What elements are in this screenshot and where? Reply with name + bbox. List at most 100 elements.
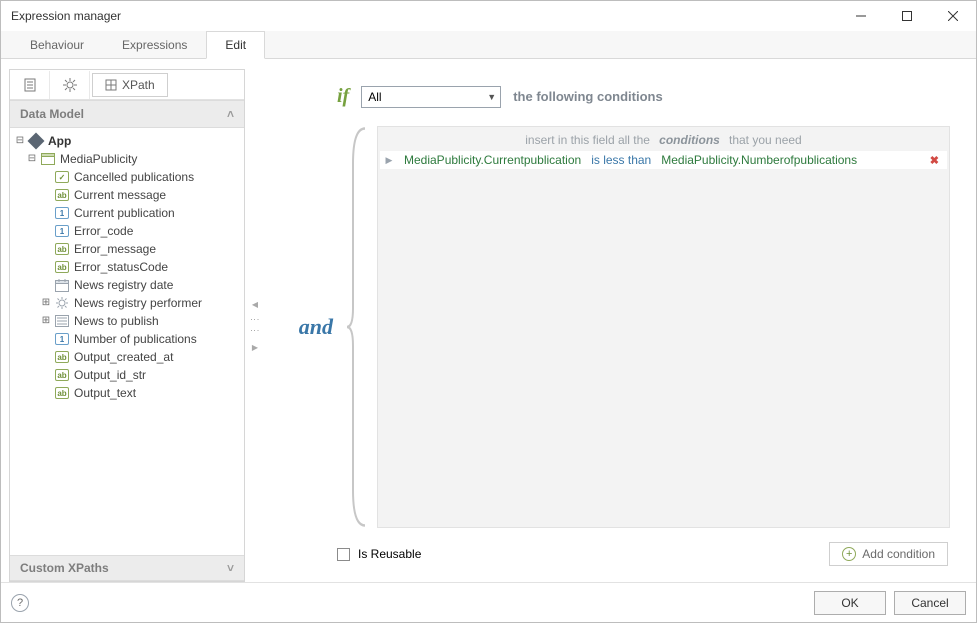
tree-label: Error_code [74, 224, 133, 238]
window-title: Expression manager [11, 9, 121, 23]
type-icon: ✓ [54, 169, 70, 185]
maximize-button[interactable] [884, 1, 930, 31]
plus-icon: + [842, 547, 856, 561]
chevron-down-icon: ▼ [487, 92, 496, 102]
type-icon: ab [54, 367, 70, 383]
and-label-col: and [277, 126, 337, 528]
tree-node-attr[interactable]: 1 Number of publications [10, 330, 244, 348]
ok-button[interactable]: OK [814, 591, 886, 615]
brace-icon [345, 126, 369, 528]
add-condition-label: Add condition [862, 547, 935, 561]
combo-value: All [368, 90, 381, 104]
type-icon: 1 [54, 205, 70, 221]
entity-icon [40, 151, 56, 167]
cancel-button[interactable]: Cancel [894, 591, 966, 615]
tree-node-attr[interactable]: 1 Error_code [10, 222, 244, 240]
type-icon [54, 313, 70, 329]
tree-node-attr[interactable]: ab Output_id_str [10, 366, 244, 384]
if-keyword: if [337, 85, 349, 108]
titlebar: Expression manager [1, 1, 976, 31]
tree-node-attr[interactable]: News registry date [10, 276, 244, 294]
tree-label: Number of publications [74, 332, 197, 346]
tree-node-attr[interactable]: ab Current message [10, 186, 244, 204]
condition-right-operand[interactable]: MediaPublicity.Numberofpublications [661, 153, 857, 167]
condition-left-operand[interactable]: MediaPublicity.Currentpublication [404, 153, 581, 167]
tree-label: News to publish [74, 314, 159, 328]
help-button[interactable]: ? [11, 594, 29, 612]
conditions-box[interactable]: insert in this field all the conditions … [377, 126, 950, 528]
is-reusable-checkbox[interactable] [337, 548, 350, 561]
drag-handle-icon[interactable]: ▶ [384, 155, 394, 166]
editor-footer: Is Reusable + Add condition [277, 528, 950, 574]
following-conditions-label: the following conditions [513, 89, 662, 104]
type-icon: ab [54, 259, 70, 275]
tree-node-attr[interactable]: ⊞News to publish [10, 312, 244, 330]
toolbar-gear-icon[interactable] [50, 71, 90, 99]
toolbar-doc-icon[interactable] [10, 71, 50, 99]
tree-label: Output_text [74, 386, 136, 400]
type-icon: 1 [54, 223, 70, 239]
add-condition-button[interactable]: + Add condition [829, 542, 948, 566]
chevron-down-icon: ˅ [227, 561, 234, 575]
quantifier-combo[interactable]: All ▼ [361, 86, 501, 108]
tree-label: Current publication [74, 206, 175, 220]
tree-node-attr[interactable]: ab Output_created_at [10, 348, 244, 366]
tab-behaviour[interactable]: Behaviour [11, 31, 103, 59]
tree-node-attr[interactable]: ✓ Cancelled publications [10, 168, 244, 186]
data-model-header[interactable]: Data Model ˄ [10, 100, 244, 128]
xpath-tab-label: XPath [122, 78, 155, 92]
body: XPath Data Model ˄ ⊟ App ⊟ Media [1, 59, 976, 582]
tree-node-app[interactable]: ⊟ App [10, 132, 244, 150]
close-button[interactable] [930, 1, 976, 31]
type-icon: ab [54, 385, 70, 401]
type-icon [54, 295, 70, 311]
delete-condition-icon[interactable]: ✖ [930, 154, 939, 167]
tree-label: App [48, 134, 71, 148]
tree-node-attr[interactable]: ab Error_message [10, 240, 244, 258]
tree-node-attr[interactable]: ⊞News registry performer [10, 294, 244, 312]
expression-manager-window: Expression manager Behaviour Expressions… [0, 0, 977, 623]
collapse-left-icon: ◀ [252, 300, 258, 309]
splitter[interactable]: ◀ ⋮⋮ ▶ [251, 69, 259, 582]
placeholder-text: insert in this field all the conditions … [380, 131, 947, 149]
conditions-block: and insert in this field all the conditi… [277, 126, 950, 528]
expand-right-icon: ▶ [252, 343, 258, 352]
tree-label: MediaPublicity [60, 152, 137, 166]
minimize-button[interactable] [838, 1, 884, 31]
condition-row[interactable]: ▶ MediaPublicity.Currentpublication is l… [380, 151, 947, 169]
xpath-tab[interactable]: XPath [92, 73, 168, 97]
tree-node-entity[interactable]: ⊟ MediaPublicity [10, 150, 244, 168]
chevron-up-icon: ˄ [227, 107, 234, 121]
xpath-icon [105, 79, 117, 91]
type-icon: ab [54, 241, 70, 257]
bottom-bar: ? OK Cancel [1, 582, 976, 622]
and-keyword: and [299, 314, 333, 340]
expression-editor: if All ▼ the following conditions and in… [265, 69, 968, 582]
data-model-title: Data Model [20, 107, 84, 121]
custom-xpaths-title: Custom XPaths [20, 561, 109, 575]
tree-node-attr[interactable]: ab Output_text [10, 384, 244, 402]
tab-edit[interactable]: Edit [206, 31, 265, 59]
tree-label: Output_id_str [74, 368, 146, 382]
data-model-tree: ⊟ App ⊟ MediaPublicity ✓ Cancelled public… [10, 128, 244, 555]
left-toolbar: XPath [10, 70, 244, 100]
tree-label: Cancelled publications [74, 170, 194, 184]
tree-label: Current message [74, 188, 166, 202]
tree-label: Error_message [74, 242, 156, 256]
tab-expressions[interactable]: Expressions [103, 31, 206, 59]
condition-operator[interactable]: is less than [591, 153, 651, 167]
type-icon [54, 277, 70, 293]
left-panel: XPath Data Model ˄ ⊟ App ⊟ Media [9, 69, 245, 582]
grip-icon: ⋮⋮ [250, 315, 260, 337]
type-icon: ab [54, 349, 70, 365]
tree-node-attr[interactable]: 1 Current publication [10, 204, 244, 222]
type-icon: 1 [54, 331, 70, 347]
type-icon: ab [54, 187, 70, 203]
custom-xpaths-header[interactable]: Custom XPaths ˅ [10, 555, 244, 581]
tree-node-attr[interactable]: ab Error_statusCode [10, 258, 244, 276]
tree-label: News registry date [74, 278, 173, 292]
tree-label: Output_created_at [74, 350, 173, 364]
is-reusable-label: Is Reusable [358, 547, 421, 561]
tree-label: News registry performer [74, 296, 202, 310]
tree-label: Error_statusCode [74, 260, 168, 274]
